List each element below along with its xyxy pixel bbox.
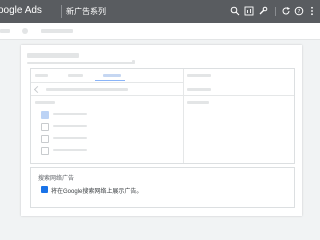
placeholder-option (53, 137, 87, 139)
tab-placeholder-active[interactable] (103, 74, 121, 77)
placeholder-option (53, 125, 87, 127)
placeholder-heading (27, 53, 79, 58)
icon-divider (275, 7, 276, 16)
header-divider (61, 5, 62, 18)
app-header: oogle Ads 新广告系列 ? (0, 0, 320, 23)
placeholder-mark (132, 60, 135, 64)
more-icon[interactable] (307, 6, 317, 16)
check-icon (41, 193, 48, 198)
placeholder-label (35, 101, 55, 104)
placeholder-line (27, 62, 135, 64)
refresh-icon[interactable] (281, 6, 291, 16)
placeholder (22, 28, 28, 34)
svg-text:?: ? (298, 9, 301, 15)
network-title: 搜索网络广告 (38, 176, 75, 182)
placeholder (187, 101, 209, 104)
placeholder-option (53, 149, 87, 151)
option-checkbox[interactable] (41, 135, 49, 143)
search-network-checkbox[interactable] (41, 186, 48, 198)
option-checkbox[interactable] (41, 147, 49, 155)
google-ads-logo[interactable]: oogle Ads (0, 5, 42, 16)
placeholder (0, 29, 10, 33)
sub-toolbar (0, 23, 320, 40)
placeholder (187, 74, 211, 77)
option-checkbox[interactable] (41, 123, 49, 131)
page-title: 新广告系列 (66, 7, 106, 16)
search-icon[interactable] (230, 6, 240, 16)
placeholder-option (53, 113, 87, 115)
divider (31, 95, 294, 96)
tab-placeholder[interactable] (35, 74, 48, 77)
help-icon[interactable]: ? (294, 6, 304, 16)
active-tab-indicator (95, 80, 125, 81)
goal-panel (30, 68, 295, 164)
back-arrow-icon[interactable] (33, 85, 42, 94)
tab-placeholder[interactable] (68, 74, 83, 77)
divider (31, 82, 183, 83)
option-checkbox[interactable] (41, 111, 49, 119)
placeholder (187, 88, 211, 91)
wrench-icon[interactable] (258, 6, 268, 16)
column-divider (183, 69, 184, 163)
network-section: 搜索网络广告 将在Google搜索网络上展示广告。 (30, 167, 295, 208)
search-network-label[interactable]: 将在Google搜索网络上展示广告。 (51, 186, 142, 195)
placeholder (41, 29, 73, 33)
chart-icon[interactable] (244, 6, 254, 16)
placeholder-breadcrumb (46, 88, 128, 91)
